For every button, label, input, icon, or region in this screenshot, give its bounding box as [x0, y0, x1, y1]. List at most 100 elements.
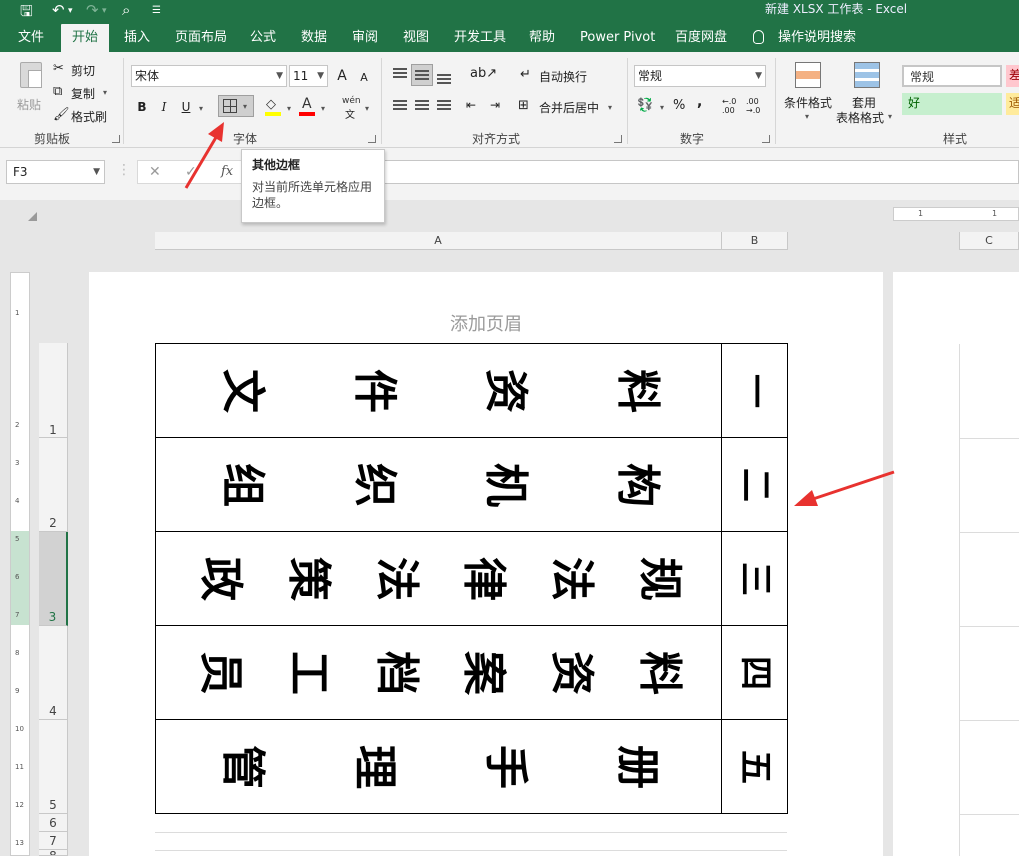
copy-button[interactable]: 复制	[71, 85, 95, 102]
underline-dropdown-icon[interactable]: ▾	[199, 104, 203, 113]
tab-insert[interactable]: 插入	[124, 24, 150, 52]
percent-button[interactable]: %	[673, 98, 685, 113]
number-format-select[interactable]: 常规 ▼	[634, 65, 766, 87]
font-color-dropdown-icon[interactable]: ▾	[321, 104, 325, 113]
row-header-6[interactable]: 6	[39, 814, 68, 832]
merge-center-button[interactable]: 合并后居中	[539, 99, 599, 116]
cell-b4[interactable]: 四	[721, 625, 788, 720]
cell-a4[interactable]: 员 工 档 案 资 料	[155, 625, 722, 720]
tab-baidu-netdisk[interactable]: 百度网盘	[675, 24, 727, 52]
cell-a2[interactable]: 组 织 机 构	[155, 437, 722, 532]
select-all-icon[interactable]	[28, 212, 37, 221]
font-color-button[interactable]: A	[298, 96, 318, 117]
font-launcher-icon[interactable]	[368, 135, 376, 143]
border-dropdown-icon[interactable]: ▾	[243, 102, 247, 111]
tab-formulas[interactable]: 公式	[250, 24, 276, 52]
column-header-b[interactable]: B	[722, 232, 788, 250]
tab-review[interactable]: 审阅	[352, 24, 378, 52]
number-launcher-icon[interactable]	[762, 135, 770, 143]
merge-dropdown-icon[interactable]: ▾	[608, 103, 612, 112]
save-icon[interactable]: 🖫	[20, 1, 33, 26]
wrap-text-button[interactable]: 自动换行	[539, 68, 587, 85]
gridline	[959, 344, 960, 856]
row-header-7[interactable]: 7	[39, 832, 68, 850]
lightbulb-icon	[753, 30, 764, 44]
align-center-icon[interactable]	[415, 100, 429, 112]
cell-b3[interactable]: 三	[721, 531, 788, 626]
cell-b1[interactable]: 一	[721, 343, 788, 438]
undo-dropdown-icon[interactable]: ▾	[68, 6, 73, 16]
decrease-decimal-button[interactable]: .00 →.0	[746, 97, 766, 115]
paste-button[interactable]: 粘贴	[14, 58, 46, 118]
align-left-icon[interactable]	[393, 100, 407, 112]
style-normal[interactable]: 常规	[902, 65, 1002, 87]
row-header-4[interactable]: 4	[39, 626, 68, 720]
cell-b2[interactable]: 二	[721, 437, 788, 532]
phonetic-guide-button[interactable]: wén	[342, 96, 361, 106]
cut-button[interactable]: 剪切	[71, 62, 95, 79]
row-header-2[interactable]: 2	[39, 438, 68, 532]
column-header-c[interactable]: C	[959, 232, 1019, 250]
tab-view[interactable]: 视图	[403, 24, 429, 52]
underline-button[interactable]: U	[176, 97, 196, 117]
increase-indent-icon[interactable]: ⇥	[490, 98, 500, 112]
style-good[interactable]: 好	[902, 93, 1002, 115]
font-family-select[interactable]: 宋体 ▼	[131, 65, 287, 87]
tab-power-pivot[interactable]: Power Pivot	[580, 24, 655, 52]
style-bad[interactable]: 差	[1006, 65, 1019, 87]
increase-decimal-button[interactable]: ←.0 .00	[722, 97, 742, 115]
row-header-8[interactable]: 8	[39, 850, 68, 856]
bold-button[interactable]: B	[132, 97, 152, 117]
format-as-table-button[interactable]: 套用 表格格式 ▾	[836, 60, 894, 126]
align-top-icon[interactable]	[393, 68, 407, 80]
shrink-font-button[interactable]: A	[354, 68, 374, 88]
undo-icon[interactable]: ↶	[52, 1, 65, 19]
row-header-3[interactable]: 3	[39, 532, 68, 626]
tab-page-layout[interactable]: 页面布局	[175, 24, 227, 52]
tab-home[interactable]: 开始	[61, 24, 110, 52]
alignment-launcher-icon[interactable]	[614, 135, 622, 143]
style-neutral[interactable]: 适	[1006, 93, 1019, 115]
clipboard-launcher-icon[interactable]	[112, 135, 120, 143]
decrease-indent-icon[interactable]: ⇤	[466, 98, 476, 112]
tab-data[interactable]: 数据	[301, 24, 327, 52]
tab-help[interactable]: 帮助	[529, 24, 555, 52]
chevron-down-icon[interactable]: ▼	[93, 161, 100, 183]
tab-developer[interactable]: 开发工具	[454, 24, 506, 52]
char: 员	[194, 650, 246, 695]
orientation-icon[interactable]: ab↗	[470, 66, 497, 81]
name-box[interactable]: F3 ▼	[6, 160, 105, 184]
column-header-a[interactable]: A	[155, 232, 722, 250]
scissors-icon: ✂	[53, 61, 64, 76]
align-bottom-icon[interactable]	[437, 74, 451, 86]
add-header[interactable]: 添加页眉	[89, 310, 883, 336]
row-header-1[interactable]: 1	[39, 343, 68, 438]
conditional-formatting-button[interactable]: 条件格式 ▾	[783, 60, 835, 126]
currency-icon[interactable]: 💱	[637, 98, 653, 113]
cell-a1[interactable]: 文 件 资 料	[155, 343, 722, 438]
cell-a3[interactable]: 政 策 法 律 法 规	[155, 531, 722, 626]
align-right-icon[interactable]	[437, 100, 451, 112]
style-good-label: 好	[908, 96, 921, 110]
cell-b5[interactable]: 五	[721, 719, 788, 814]
phonetic-dropdown-icon[interactable]: ▾	[365, 104, 369, 113]
fill-color-button[interactable]: ◇	[264, 97, 284, 117]
tell-me-search[interactable]: 操作说明搜索	[778, 24, 856, 52]
format-painter-button[interactable]: 格式刷	[71, 108, 107, 125]
row-header-5[interactable]: 5	[39, 720, 68, 814]
currency-dropdown-icon[interactable]: ▾	[660, 103, 664, 112]
comma-button[interactable]: ,	[697, 94, 702, 110]
font-size-select[interactable]: 11 ▼	[289, 65, 328, 87]
align-middle-button[interactable]	[411, 64, 433, 86]
fill-color-dropdown-icon[interactable]: ▾	[287, 104, 291, 113]
border-button[interactable]: ▾	[218, 95, 254, 117]
char: 案	[458, 650, 510, 695]
italic-button[interactable]: I	[154, 97, 174, 117]
copy-dropdown-icon[interactable]: ▾	[103, 88, 107, 97]
cancel-icon[interactable]: ✕	[149, 164, 161, 180]
cell-a5[interactable]: 管 理 手 册	[155, 719, 722, 814]
grow-font-button[interactable]: A	[332, 66, 352, 86]
print-preview-icon[interactable]: ⌕	[122, 1, 130, 19]
customize-toolbar-icon[interactable]: ☰	[152, 5, 161, 16]
tab-file[interactable]: 文件	[18, 24, 44, 52]
